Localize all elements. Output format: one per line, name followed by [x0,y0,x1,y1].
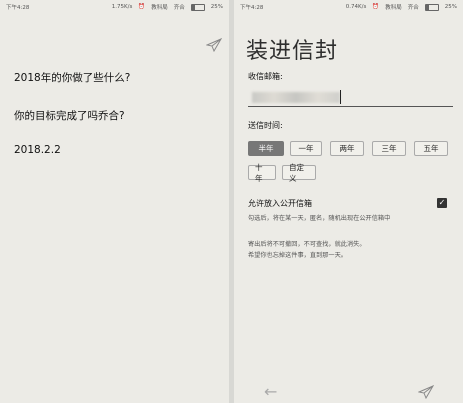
letter-date: 2018.2.2 [14,144,61,156]
public-mailbox-label: 允许放入公开信箱 [248,199,312,208]
public-mailbox-note: 勾选后，将在某一天，匿名，随机出现在公开信箱中 [248,215,391,222]
alarm-icon: ⏰ [372,4,380,10]
text-cursor [340,90,341,104]
question-2: 你的目标完成了吗乔合? [14,110,125,122]
option-2-year[interactable]: 两年 [330,141,364,156]
status-battery: 25% [210,4,223,10]
email-input-value[interactable] [252,92,340,103]
email-label: 收信邮箱: [248,72,283,81]
status-time: 下午4:28 [6,5,30,11]
option-3-year[interactable]: 三年 [372,141,406,156]
back-arrow-icon[interactable]: ← [264,382,277,401]
status-bar: 下午4:28 1.75K/s ⏰ 教科局 齐合 25% [0,0,229,14]
question-1: 2018年的你做了些什么? [14,72,131,84]
status-time: 下午4:28 [240,5,264,11]
send-icon[interactable] [418,385,434,399]
option-half-year[interactable]: 半年 [248,141,284,156]
status-signal: 齐合 [407,5,419,11]
right-screen: 下午4:28 0.74K/s ⏰ 教科局 齐合 25% 装进信封 收信邮箱: 送… [234,0,463,403]
battery-icon [424,3,439,11]
status-carrier: 教科局 [151,5,168,11]
send-time-label: 送信时间: [248,121,283,130]
status-bar: 下午4:28 0.74K/s ⏰ 教科局 齐合 25% [234,0,463,14]
email-input[interactable] [248,106,453,107]
page-title: 装进信封 [246,39,339,64]
left-screen: 下午4:28 1.75K/s ⏰ 教科局 齐合 25% 2018年的你做了些什么… [0,0,229,403]
option-5-year[interactable]: 五年 [414,141,448,156]
warning-line-1: 寄出后将不可撤回，不可查找，就此消失。 [248,241,366,248]
status-carrier: 教科局 [385,5,402,11]
status-signal: 齐合 [173,5,185,11]
send-icon[interactable] [206,38,222,52]
option-custom[interactable]: 自定义 [282,163,316,183]
public-mailbox-checkbox[interactable]: ✓ [437,198,447,208]
option-1-year[interactable]: 一年 [290,141,322,156]
warning-line-2: 希望你也忘掉这件事，直到那一天。 [248,252,347,259]
alarm-icon: ⏰ [138,4,146,10]
battery-icon [190,3,205,11]
option-10-year[interactable]: 十年 [248,163,276,183]
status-battery: 25% [444,4,457,10]
status-speed: 1.75K/s [111,4,133,10]
status-speed: 0.74K/s [345,4,367,10]
